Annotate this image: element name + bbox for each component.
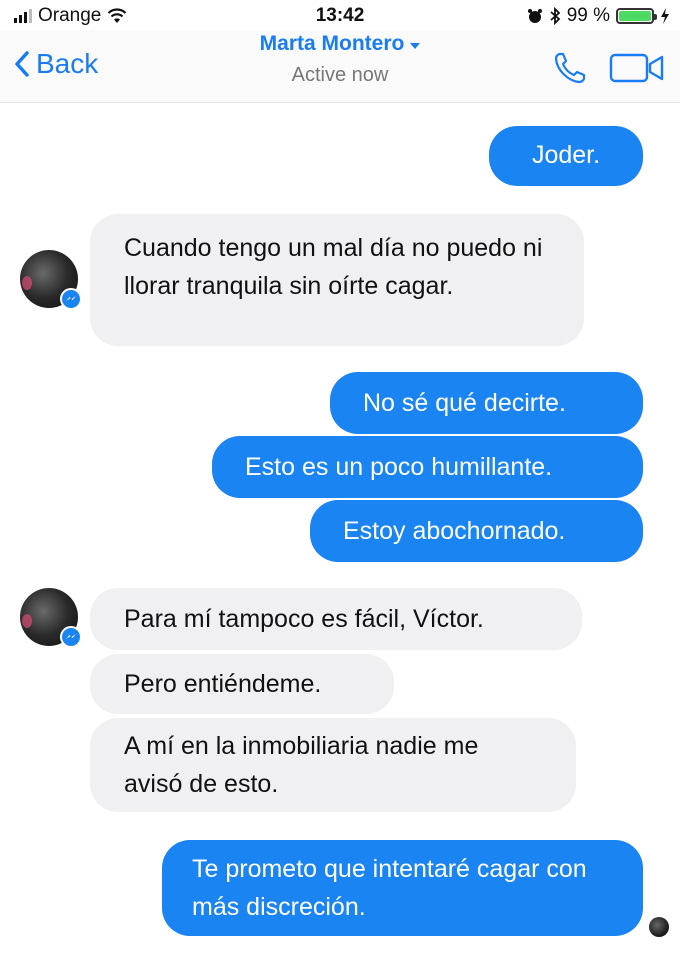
avatar-detail (22, 276, 32, 290)
message-text: Esto es un poco humillante. (245, 453, 553, 481)
bluetooth-icon (550, 7, 561, 25)
message-bubble-incoming[interactable]: Pero entiéndeme. (90, 654, 394, 714)
conversation-header: Back Marta Montero Active now (0, 30, 680, 103)
seen-indicator-avatar (649, 917, 669, 937)
message-bubble-outgoing[interactable]: No sé qué decirte. (330, 372, 643, 434)
battery-percent: 99 % (566, 5, 610, 26)
message-bubble-incoming[interactable]: A mí en la inmobiliaria nadie me avisó d… (90, 718, 576, 812)
message-text: A mí en la inmobiliaria nadie me avisó d… (124, 732, 479, 798)
message-bubble-outgoing[interactable]: Estoy abochornado. (310, 500, 643, 562)
message-bubble-outgoing[interactable]: Te prometo que intentaré cagar con más d… (162, 840, 643, 936)
chevron-down-icon (410, 42, 421, 49)
avatar-detail (22, 614, 32, 628)
video-camera-icon[interactable] (608, 50, 666, 86)
message-thread[interactable]: Joder. Cuando tengo un mal día no puedo … (0, 102, 680, 960)
alarm-icon (527, 9, 542, 23)
charging-icon (661, 8, 669, 24)
message-text: Estoy abochornado. (343, 517, 566, 545)
message-text: Joder. (531, 141, 601, 169)
battery-icon (616, 8, 657, 24)
avatar[interactable] (20, 588, 82, 648)
message-text: Cuando tengo un mal día no puedo ni llor… (124, 234, 543, 300)
phone-icon[interactable] (552, 50, 588, 86)
messenger-badge-icon (60, 288, 82, 310)
message-bubble-incoming[interactable]: Para mí tampoco es fácil, Víctor. (90, 588, 582, 650)
status-bar: Orange 13:42 99 % (0, 0, 680, 30)
message-text: Pero entiéndeme. (124, 670, 322, 698)
battery-fill (619, 11, 651, 21)
message-bubble-outgoing[interactable]: Joder. (489, 126, 643, 186)
message-text: No sé qué decirte. (363, 389, 566, 417)
status-right: 99 % (527, 5, 670, 27)
message-text: Para mí tampoco es fácil, Víctor. (124, 605, 484, 633)
avatar[interactable] (20, 250, 82, 310)
message-bubble-incoming[interactable]: Cuando tengo un mal día no puedo ni llor… (90, 214, 584, 346)
contact-name: Marta Montero (259, 32, 405, 55)
message-bubble-outgoing[interactable]: Esto es un poco humillante. (212, 436, 643, 498)
messenger-badge-icon (60, 626, 82, 648)
message-text: Te prometo que intentaré cagar con más d… (192, 855, 587, 921)
